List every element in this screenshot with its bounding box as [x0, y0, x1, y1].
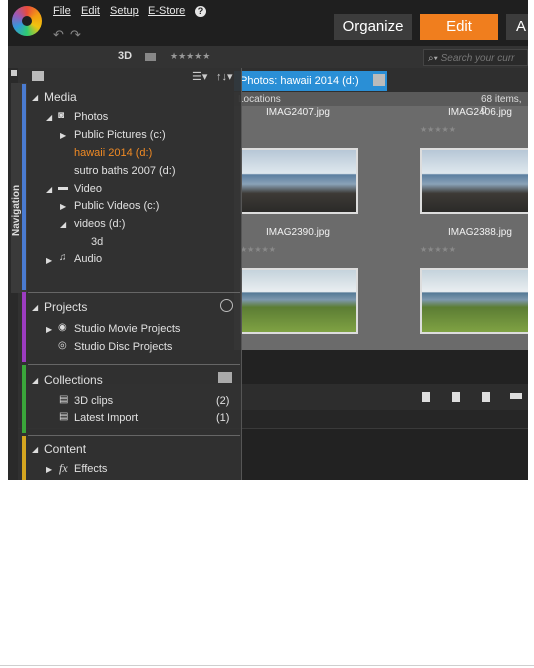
- sort-icon[interactable]: ↑↓▾: [216, 70, 233, 83]
- add-tab-icon[interactable]: [373, 74, 385, 86]
- nav-item-effects[interactable]: Effects: [74, 463, 107, 475]
- file-name: IMAG2390.jpg: [266, 227, 330, 238]
- add-project-icon[interactable]: [220, 299, 233, 312]
- nav-item-latest-import[interactable]: Latest Import: [74, 412, 138, 424]
- divider: [28, 364, 240, 365]
- app-logo-center: [22, 16, 32, 26]
- camera-icon: ◙: [58, 110, 65, 121]
- razor-icon[interactable]: [482, 392, 490, 402]
- nav-item-3d-clips[interactable]: 3D clips: [74, 395, 113, 407]
- expand-icon[interactable]: ◢: [32, 445, 38, 454]
- thumbnail[interactable]: [420, 148, 528, 214]
- section-collections[interactable]: Collections: [44, 373, 103, 387]
- collection-count: (2): [216, 395, 230, 407]
- content-section-bar: [22, 436, 26, 480]
- list-view-icon[interactable]: ☰▾: [192, 70, 207, 83]
- thumbnail-browser: Locations 68 items, 0 IMAG2407.jpg IMAG2…: [234, 92, 528, 350]
- nav-item-3d[interactable]: 3d: [91, 236, 103, 248]
- rating-stars[interactable]: ★★★★★: [420, 125, 456, 134]
- file-name: IMAG2406.jpg: [448, 107, 512, 118]
- thumbnail[interactable]: [420, 268, 528, 334]
- nav-item-video[interactable]: Video: [74, 183, 102, 195]
- collapse-icon[interactable]: ▶: [46, 465, 52, 474]
- undo-icon[interactable]: ↶: [53, 27, 64, 43]
- projects-section-bar: [22, 292, 26, 362]
- menu-file[interactable]: File: [53, 5, 71, 17]
- help-icon[interactable]: ?: [195, 6, 206, 17]
- search-placeholder: Search your curr: [440, 53, 515, 64]
- collapse-icon[interactable]: ▶: [60, 131, 66, 140]
- nav-item-public-videos[interactable]: Public Videos (c:): [74, 200, 159, 212]
- collection-folder-icon: ▤: [59, 411, 69, 422]
- add-collection-icon[interactable]: [218, 372, 232, 383]
- collapse-icon[interactable]: ▶: [46, 325, 52, 334]
- rating-stars[interactable]: ★★★★★: [420, 245, 456, 254]
- media-section-bar: [22, 84, 26, 290]
- app-window: File Edit Setup E-Store ? ↶ ↷ Organize E…: [8, 0, 528, 480]
- disc-icon: ◎: [58, 340, 67, 351]
- collapse-icon[interactable]: ▶: [46, 256, 52, 265]
- view-3d-toggle[interactable]: 3D: [118, 50, 132, 62]
- collections-section-bar: [22, 365, 26, 433]
- nav-item-hawaii[interactable]: hawaii 2014 (d:): [74, 147, 152, 159]
- nav-item-sutro[interactable]: sutro baths 2007 (d:): [74, 165, 176, 177]
- menu-edit[interactable]: Edit: [81, 5, 100, 17]
- pin-icon[interactable]: [11, 70, 17, 76]
- expand-icon[interactable]: ◢: [46, 185, 52, 194]
- page-bottom-rule: [0, 665, 534, 666]
- divider: [28, 292, 240, 293]
- expand-icon[interactable]: ◢: [32, 93, 38, 102]
- rating-filter[interactable]: ★★★★★: [170, 51, 210, 62]
- divider: [28, 435, 240, 436]
- collapse-icon[interactable]: ▶: [60, 202, 66, 211]
- section-projects[interactable]: Projects: [44, 300, 87, 314]
- thumbnail[interactable]: [240, 268, 358, 334]
- section-media[interactable]: Media: [44, 90, 77, 104]
- tab-author[interactable]: A: [506, 14, 528, 40]
- collection-count: (1): [216, 412, 230, 424]
- thumbnail[interactable]: [240, 148, 358, 214]
- marker-icon[interactable]: [452, 392, 460, 402]
- tab-organize[interactable]: Organize: [334, 14, 412, 40]
- section-content[interactable]: Content: [44, 442, 86, 456]
- search-icon: ⌕▾: [428, 53, 441, 64]
- nav-item-studio-disc[interactable]: Studio Disc Projects: [74, 341, 172, 353]
- collection-folder-icon: ▤: [59, 394, 69, 405]
- tab-label: Photos: hawaii 2014 (d:): [240, 75, 359, 87]
- menu-setup[interactable]: Setup: [110, 5, 139, 17]
- breadcrumb[interactable]: Locations: [238, 94, 281, 105]
- tab-edit[interactable]: Edit: [420, 14, 498, 40]
- nav-item-audio[interactable]: Audio: [74, 253, 102, 265]
- film-reel-icon: ◉: [58, 322, 67, 333]
- effects-fx-icon: fx: [59, 461, 68, 475]
- file-name: IMAG2388.jpg: [448, 227, 512, 238]
- music-note-icon: ♫: [59, 252, 67, 263]
- storyboard-icon[interactable]: [510, 393, 522, 399]
- nav-item-photos[interactable]: Photos: [74, 111, 108, 123]
- navigation-label: Navigation: [11, 184, 22, 236]
- expand-icon[interactable]: ◢: [60, 220, 66, 229]
- nav-item-studio-movie[interactable]: Studio Movie Projects: [74, 323, 180, 335]
- expand-icon[interactable]: ◢: [46, 113, 52, 122]
- view-mode-icon[interactable]: [145, 53, 156, 61]
- video-icon: ▬: [58, 182, 68, 193]
- file-name: IMAG2407.jpg: [266, 107, 330, 118]
- add-folder-icon[interactable]: [32, 71, 44, 81]
- expand-icon[interactable]: ◢: [32, 303, 38, 312]
- search-input[interactable]: ⌕▾ Search your curr: [423, 49, 528, 66]
- menu-estore[interactable]: E-Store: [148, 5, 185, 17]
- split-icon[interactable]: [422, 392, 430, 402]
- redo-icon[interactable]: ↷: [70, 27, 81, 43]
- nav-item-public-pictures[interactable]: Public Pictures (c:): [74, 129, 166, 141]
- nav-item-videos-d[interactable]: videos (d:): [74, 218, 125, 230]
- tab-hawaii[interactable]: Photos: hawaii 2014 (d:) ×: [234, 71, 387, 91]
- rating-stars[interactable]: ★★★★★: [240, 245, 276, 254]
- expand-icon[interactable]: ◢: [32, 376, 38, 385]
